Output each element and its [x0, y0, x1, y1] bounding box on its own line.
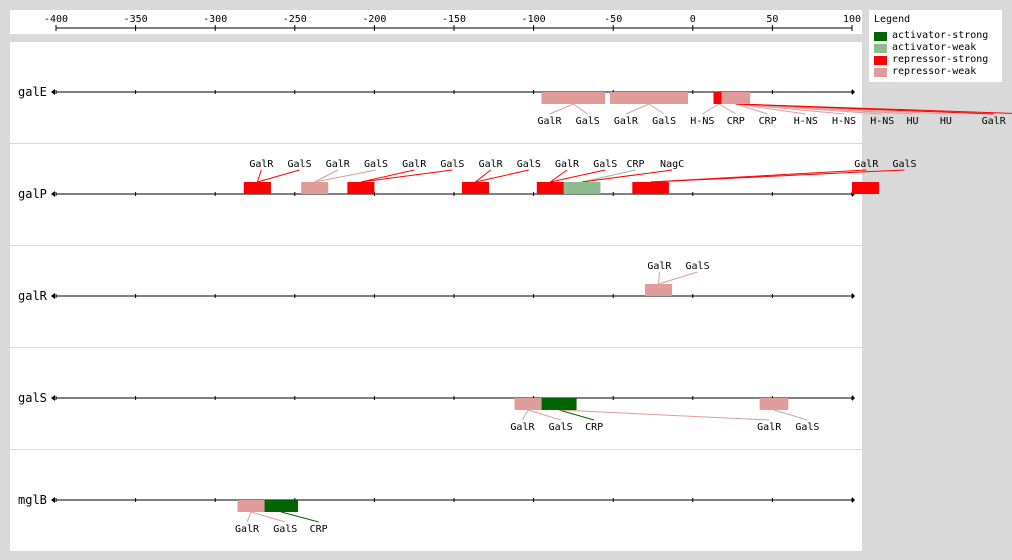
gene-name: galR — [18, 289, 48, 303]
axis-tick-label: 50 — [766, 14, 778, 25]
legend-swatch-repressor-weak — [874, 67, 887, 77]
legend-item-activator-strong: activator-strong — [874, 30, 997, 42]
axis-tick-label: -50 — [604, 14, 622, 25]
axis-tick-label: -350 — [124, 14, 148, 25]
site-label: GalR — [510, 422, 535, 433]
site-label: H-NS — [690, 116, 714, 127]
site-label: GalS — [517, 159, 541, 170]
axis-tick-label: 0 — [690, 14, 696, 25]
gene-name: galS — [18, 391, 47, 405]
axis-tick-label: -150 — [442, 14, 466, 25]
site-label: GalR — [326, 159, 351, 170]
legend: Legend activator-strong activator-weak r… — [869, 10, 1002, 82]
binding-site-repressor-weak — [759, 398, 789, 410]
binding-site-repressor-strong — [347, 182, 375, 194]
legend-label-activator-weak: activator-weak — [892, 42, 977, 53]
gene-name: galE — [18, 85, 47, 99]
binding-site-repressor-weak — [721, 92, 751, 104]
promoter-diagram: -400 -350 -300 -250 -200 -150 -100 -50 0 50 100 gal… — [10, 10, 1012, 551]
axis-tick-label: 100 — [843, 14, 861, 25]
site-label: GalR — [982, 116, 1007, 127]
site-label: GalR — [614, 116, 639, 127]
site-label: GalS — [892, 159, 916, 170]
legend-item-activator-weak: activator-weak — [874, 42, 997, 54]
site-label: GalR — [647, 261, 672, 272]
axis-tick-label: -300 — [203, 14, 227, 25]
axis-tick-label: -400 — [44, 14, 68, 25]
binding-site-repressor-weak — [301, 182, 329, 194]
legend-swatch-repressor-strong — [874, 55, 887, 65]
site-label: GalR — [249, 159, 274, 170]
binding-site-activator-strong — [264, 500, 298, 512]
site-label: H-NS — [794, 116, 818, 127]
site-label: CRP — [759, 116, 777, 127]
site-label: GalR — [235, 524, 260, 535]
site-label: GalS — [549, 422, 573, 433]
legend-title: Legend — [874, 14, 911, 25]
site-label: H-NS — [870, 116, 894, 127]
binding-site-repressor-strong — [536, 182, 564, 194]
gene-name: galP — [18, 187, 47, 201]
binding-site-repressor-strong — [243, 182, 271, 194]
binding-site-repressor-strong — [852, 182, 880, 194]
site-label: GalS — [288, 159, 312, 170]
site-label: H-NS — [832, 116, 856, 127]
legend-label-repressor-weak: repressor-weak — [892, 66, 977, 77]
binding-site-activator-strong — [541, 398, 577, 410]
legend-label-repressor-strong: repressor-strong — [892, 54, 989, 65]
site-label: GalS — [686, 261, 710, 272]
legend-item-repressor-weak: repressor-weak — [874, 66, 997, 78]
legend-swatch-activator-weak — [874, 43, 887, 53]
site-label: GalS — [440, 159, 464, 170]
binding-site-repressor-weak — [237, 500, 265, 512]
site-label: GalR — [402, 159, 427, 170]
binding-site-repressor-strong — [461, 182, 490, 194]
site-label: GalR — [854, 159, 879, 170]
binding-site-repressor-weak — [514, 398, 542, 410]
gene-name: mglB — [18, 493, 47, 507]
site-label: GalS — [364, 159, 388, 170]
binding-site-repressor-weak — [645, 284, 673, 296]
site-label: GalR — [757, 422, 782, 433]
legend-swatch-activator-strong — [874, 31, 887, 41]
site-label: GalS — [652, 116, 676, 127]
site-label: HU — [906, 116, 918, 127]
binding-site-repressor-weak — [610, 92, 689, 104]
binding-site-repressor-weak — [541, 92, 606, 104]
binding-site-activator-weak — [563, 182, 601, 194]
axis-tick-label: -100 — [522, 14, 546, 25]
site-label: GalR — [555, 159, 580, 170]
axis-tick-label: -200 — [362, 14, 386, 25]
site-label: GalS — [576, 116, 600, 127]
site-label: GalS — [795, 422, 819, 433]
binding-site-repressor-strong — [632, 182, 669, 194]
site-label: CRP — [626, 159, 644, 170]
site-label: CRP — [310, 524, 328, 535]
site-label: GalS — [273, 524, 297, 535]
site-label: HU — [940, 116, 952, 127]
site-label: CRP — [585, 422, 603, 433]
site-label: GalS — [593, 159, 617, 170]
axis-tick-label: -250 — [283, 14, 307, 25]
legend-item-repressor-strong: repressor-strong — [874, 54, 997, 66]
site-label: NagC — [660, 159, 684, 170]
site-label: CRP — [727, 116, 745, 127]
site-label: GalR — [479, 159, 504, 170]
site-label: GalR — [537, 116, 562, 127]
legend-label-activator-strong: activator-strong — [892, 30, 989, 41]
